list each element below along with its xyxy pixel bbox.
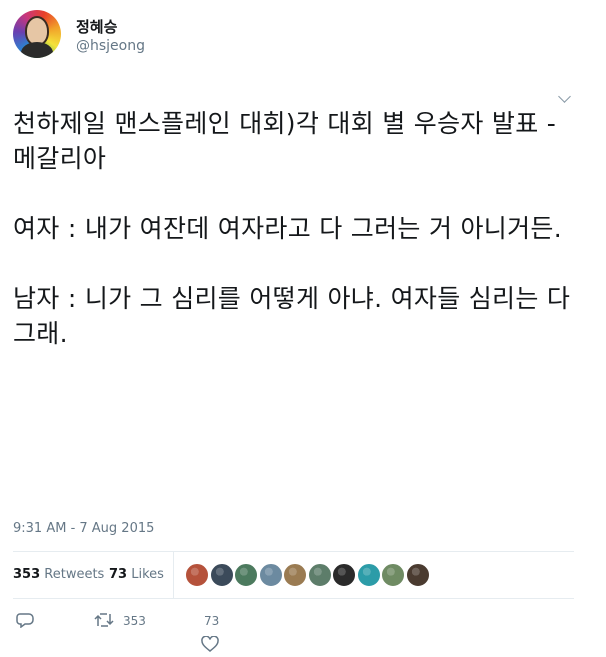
- likes-label: Likes: [131, 567, 164, 582]
- liker-avatar[interactable]: [185, 563, 209, 587]
- retweet-icon: [94, 613, 114, 627]
- retweet-button[interactable]: [93, 612, 115, 632]
- avatar-body: [21, 42, 53, 58]
- tweet-paragraph: 여자 : 내가 여잔데 여자라고 다 그러는 거 아니거든.: [13, 214, 562, 243]
- tweet-paragraph: 남자 : 니가 그 심리를 어떻게 아냐. 여자들 심리는 다 그래.: [13, 284, 571, 348]
- avatar[interactable]: [13, 10, 61, 58]
- user-handle[interactable]: @hsjeong: [76, 38, 145, 54]
- likes-count: 73: [109, 567, 128, 582]
- liker-avatar[interactable]: [307, 563, 332, 587]
- liker-avatar[interactable]: [332, 563, 356, 587]
- liker-avatar[interactable]: [258, 563, 283, 587]
- tweet-stats: 353 Retweets 73 Likes: [13, 552, 574, 598]
- reply-icon: [16, 613, 34, 629]
- heart-icon: [201, 635, 219, 652]
- retweet-count: 353: [123, 614, 146, 628]
- divider: [13, 598, 574, 599]
- display-name[interactable]: 정혜승: [76, 16, 117, 37]
- liker-avatar[interactable]: [234, 563, 258, 587]
- liker-avatar[interactable]: [381, 563, 405, 587]
- tweet-header: 정혜승 @hsjeong: [13, 10, 593, 60]
- stats-separator: [173, 552, 174, 598]
- tweet-text: 천하제일 맨스플레인 대회)각 대회 별 우승자 발표 - 메갈리아 여자 : …: [13, 106, 583, 351]
- liker-avatar[interactable]: [356, 563, 381, 587]
- liker-avatar[interactable]: [283, 563, 307, 587]
- like-count: 73: [204, 614, 220, 628]
- liker-avatar[interactable]: [209, 563, 234, 587]
- retweets-label: Retweets: [44, 567, 105, 582]
- retweets-count: 353: [13, 567, 41, 582]
- retweets-stat[interactable]: 353 Retweets: [13, 567, 104, 582]
- liker-avatar[interactable]: [405, 563, 430, 587]
- tweet-timestamp[interactable]: 9:31 AM - 7 Aug 2015: [13, 521, 154, 536]
- like-button[interactable]: [201, 635, 219, 656]
- tweet-actions: 353 73: [13, 608, 574, 653]
- tweet-paragraph: 천하제일 맨스플레인 대회)각 대회 별 우승자 발표 - 메갈리아: [13, 109, 557, 173]
- reply-button[interactable]: [16, 612, 34, 632]
- chevron-down-icon[interactable]: [558, 90, 571, 103]
- likes-stat[interactable]: 73 Likes: [109, 567, 164, 582]
